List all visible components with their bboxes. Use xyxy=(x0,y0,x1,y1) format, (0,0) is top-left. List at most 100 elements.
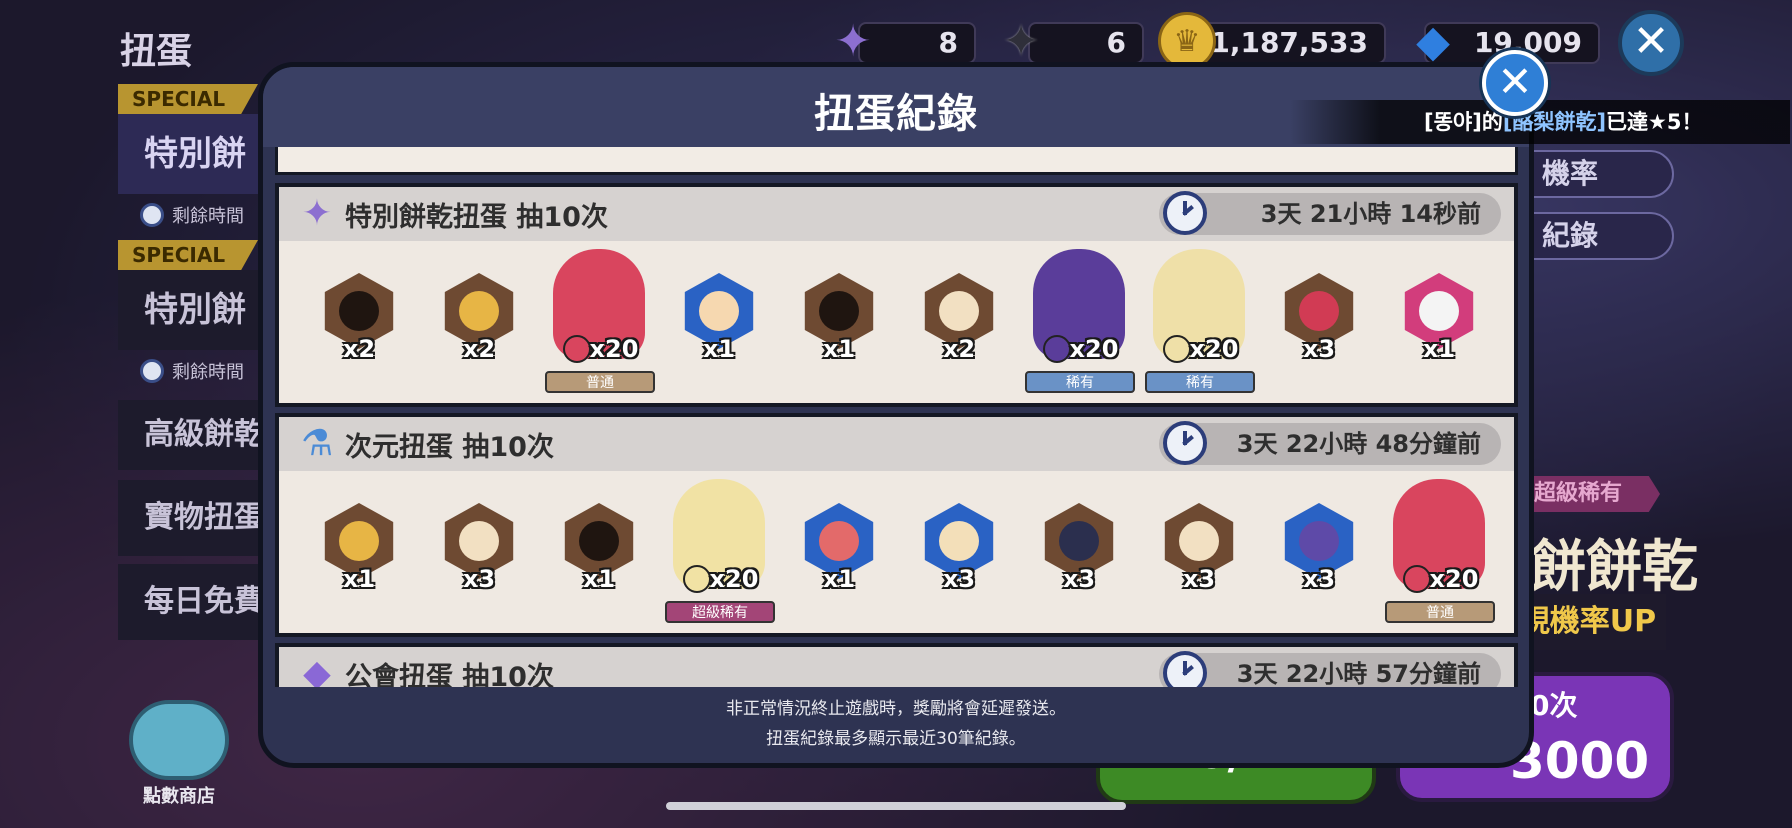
reward-item: x3 xyxy=(419,477,539,627)
reward-item: x3 xyxy=(1259,477,1379,627)
reward-item: x1 xyxy=(779,477,899,627)
gacha-tab-special-1[interactable]: 特別餅 xyxy=(118,114,268,194)
reward-quantity: x20 xyxy=(709,565,759,593)
reward-item: x1 xyxy=(539,477,659,627)
clock-icon xyxy=(1163,421,1207,465)
reward-quantity: x1 xyxy=(822,335,856,363)
reward-item: x2 xyxy=(299,247,419,397)
cookie-face xyxy=(819,291,859,331)
clock-icon xyxy=(140,359,164,383)
rarity-tag: 普通 xyxy=(545,371,655,393)
cookie-face xyxy=(1299,521,1339,561)
cookie-face xyxy=(339,521,379,561)
reward-quantity: x1 xyxy=(1422,335,1456,363)
gacha-history-modal: 扭蛋紀錄 ✦ 特別餅乾扭蛋 抽10次 3天 21小時 14秒前 x2 x2 x20 普… xyxy=(258,62,1534,768)
record-header: ⚗ 次元扭蛋 抽10次 3天 22小時 48分鐘前 xyxy=(279,417,1514,471)
cookie-face xyxy=(459,521,499,561)
reward-item: x20 普通 xyxy=(1379,477,1499,627)
potion-icon: ⚗ xyxy=(300,422,334,464)
reward-item: x1 xyxy=(659,247,779,397)
reward-quantity: x1 xyxy=(702,335,736,363)
clock-icon xyxy=(140,203,164,227)
reward-quantity: x2 xyxy=(342,335,376,363)
cookie-face xyxy=(1059,521,1099,561)
reward-item: x2 xyxy=(419,247,539,397)
achievement-notice: [똥야]的[酪梨餅乾]已達★5！ xyxy=(1290,100,1790,144)
special-badge: SPECIAL xyxy=(118,84,258,114)
reward-quantity: x3 xyxy=(942,565,976,593)
record-title: 公會扭蛋 抽10次 xyxy=(345,662,554,687)
special-badge: SPECIAL xyxy=(118,240,258,270)
rarity-tag: 稀有 xyxy=(1145,371,1255,393)
record-time: 3天 22小時 48分鐘前 xyxy=(1159,423,1501,465)
cookie-face xyxy=(939,291,979,331)
clock-icon xyxy=(1163,651,1207,687)
piggy-bank-icon xyxy=(129,700,229,780)
reward-quantity: x2 xyxy=(462,335,496,363)
reward-item: x20 超級稀有 xyxy=(659,477,779,627)
footer-note-limit: 扭蛋紀錄最多顯示最近30筆紀錄。 xyxy=(766,729,1026,749)
rarity-tag: 普通 xyxy=(1385,601,1495,623)
close-icon[interactable]: ✕ xyxy=(1618,10,1684,76)
cookie-face xyxy=(579,521,619,561)
guild-crystal-icon: ◆ xyxy=(303,652,331,688)
featured-rarity-badge: 超級稀有 xyxy=(1520,476,1660,512)
reward-quantity: x2 xyxy=(942,335,976,363)
record-list[interactable]: ✦ 特別餅乾扭蛋 抽10次 3天 21小時 14秒前 x2 x2 x20 普通 x1 x1… xyxy=(275,147,1518,687)
reward-item: x2 xyxy=(899,247,1019,397)
modal-footer: 非正常情況終止遊戲時，獎勵將會延遲發送。 扭蛋紀錄最多顯示最近30筆紀錄。 xyxy=(263,694,1529,754)
gacha-page-title: 扭蛋 xyxy=(120,31,193,72)
jelly-special-icon: ✦ xyxy=(301,192,333,234)
reward-quantity: x3 xyxy=(1302,335,1336,363)
point-shop-button[interactable]: 點數商店 xyxy=(124,700,234,810)
reward-item: x1 xyxy=(299,477,419,627)
cookie-face xyxy=(699,291,739,331)
cookie-face xyxy=(1419,291,1459,331)
reward-item: x20 稀有 xyxy=(1019,247,1139,397)
gacha-tab-special-2[interactable]: 特別餅 xyxy=(118,270,268,350)
remaining-time-1: 剩餘時間 xyxy=(140,202,244,228)
cookie-face xyxy=(339,291,379,331)
reward-quantity: x1 xyxy=(822,565,856,593)
gacha-tab-daily-free[interactable]: 每日免費 xyxy=(118,564,268,640)
cookie-face xyxy=(819,521,859,561)
record-title: 特別餅乾扭蛋 抽10次 xyxy=(345,202,608,233)
previous-record-tail xyxy=(275,147,1518,175)
reward-item: x3 xyxy=(1139,477,1259,627)
record-header: ✦ 特別餅乾扭蛋 抽10次 3天 21小時 14秒前 xyxy=(279,187,1514,241)
record-header: ◆ 公會扭蛋 抽10次 3天 22小時 57分鐘前 xyxy=(279,647,1514,687)
record-card: ✦ 特別餅乾扭蛋 抽10次 3天 21小時 14秒前 x2 x2 x20 普通 x1 x1… xyxy=(275,183,1518,407)
reward-quantity: x1 xyxy=(582,565,616,593)
record-card: ⚗ 次元扭蛋 抽10次 3天 22小時 48分鐘前 x1 x3 x1 x20 超級稀有 x… xyxy=(275,413,1518,637)
record-items: x2 x2 x20 普通 x1 x1 x2 x20 稀有 x20 稀有 x3 x1 xyxy=(299,247,1499,397)
currency-coins: 1,187,533 xyxy=(1190,22,1386,64)
rarity-tag: 稀有 xyxy=(1025,371,1135,393)
close-icon[interactable]: ✕ xyxy=(1482,50,1548,116)
reward-quantity: x3 xyxy=(1182,565,1216,593)
reward-quantity: x3 xyxy=(462,565,496,593)
reward-quantity: x1 xyxy=(342,565,376,593)
home-indicator[interactable] xyxy=(666,802,1126,810)
record-items: x1 x3 x1 x20 超級稀有 x1 x3 x3 x3 x3 x20 普通 xyxy=(299,477,1499,627)
remaining-time-2: 剩餘時間 xyxy=(140,358,244,384)
reward-item: x20 普通 xyxy=(539,247,659,397)
featured-cookie-name: 餅餅乾 xyxy=(1530,535,1698,600)
reward-quantity: x20 xyxy=(1069,335,1119,363)
rarity-tag: 超級稀有 xyxy=(665,601,775,623)
reward-quantity: x20 xyxy=(1189,335,1239,363)
record-time: 3天 22小時 57分鐘前 xyxy=(1159,653,1501,687)
reward-item: x3 xyxy=(899,477,1019,627)
cookie-face xyxy=(1179,521,1219,561)
record-title: 次元扭蛋 抽10次 xyxy=(345,432,554,463)
reward-quantity: x20 xyxy=(589,335,639,363)
footer-note-delay: 非正常情況終止遊戲時，獎勵將會延遲發送。 xyxy=(726,699,1066,719)
gacha-tab-treasure[interactable]: 寶物扭蛋 xyxy=(118,480,268,556)
reward-item: x1 xyxy=(779,247,899,397)
reward-item: x20 稀有 xyxy=(1139,247,1259,397)
clock-icon xyxy=(1163,191,1207,235)
record-time: 3天 21小時 14秒前 xyxy=(1159,193,1501,235)
reward-quantity: x20 xyxy=(1429,565,1479,593)
cookie-face xyxy=(939,521,979,561)
reward-item: x3 xyxy=(1259,247,1379,397)
gacha-tab-premium[interactable]: 高級餅乾 xyxy=(118,400,268,470)
